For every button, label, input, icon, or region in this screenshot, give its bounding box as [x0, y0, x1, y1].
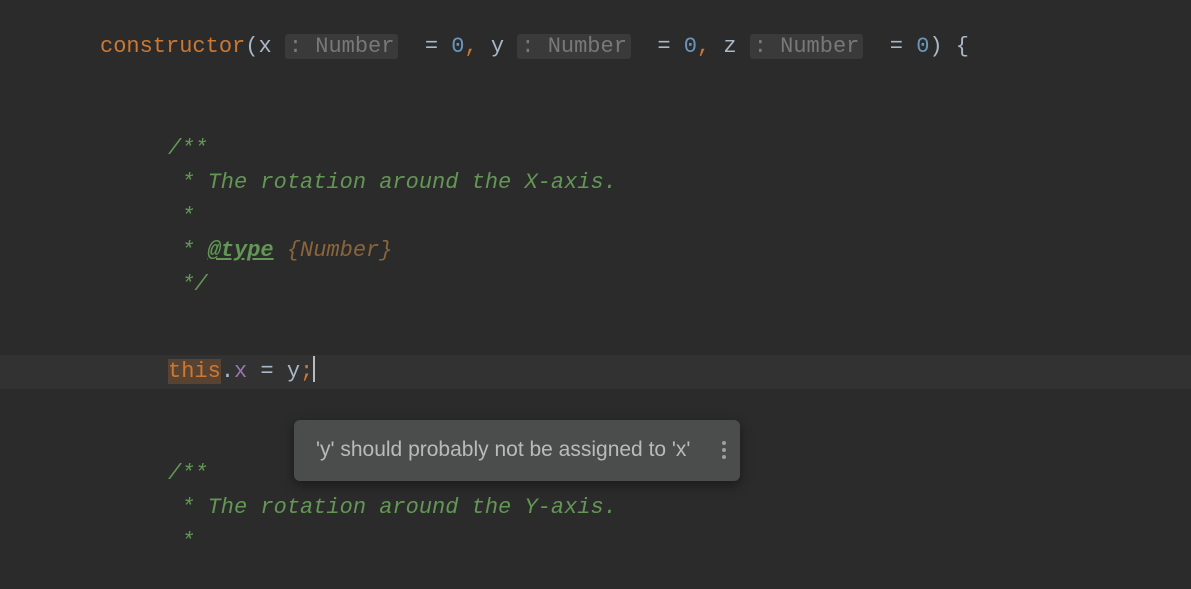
text-cursor: [313, 356, 315, 382]
param-y: y: [491, 34, 504, 59]
jsdoc-type-line: * @type {Number}: [168, 234, 1191, 268]
default-y: 0: [684, 34, 697, 59]
inspection-tooltip[interactable]: 'y' should probably not be assigned to '…: [294, 420, 740, 481]
param-z: z: [723, 34, 736, 59]
keyword-constructor: constructor: [100, 34, 245, 59]
property-x: x: [234, 359, 247, 384]
jsdoc-desc: * The rotation around the Y-axis.: [168, 491, 1191, 525]
jsdoc-type-tag: @type: [208, 238, 274, 263]
blank-line: [100, 98, 1191, 132]
jsdoc-close: */: [168, 268, 1191, 302]
jsdoc-block-x: /** * The rotation around the X-axis. * …: [100, 132, 1191, 302]
blank-line: [100, 389, 1191, 423]
type-hint-z: : Number: [750, 34, 864, 59]
blank-line: [100, 64, 1191, 98]
blank-line: [100, 337, 1191, 355]
current-line: this.x = y;: [0, 355, 1191, 389]
jsdoc-type-value: {Number}: [287, 238, 393, 263]
jsdoc-blank: *: [168, 525, 1191, 559]
jsdoc-desc: * The rotation around the X-axis.: [168, 166, 1191, 200]
tooltip-message: 'y' should probably not be assigned to '…: [316, 434, 690, 467]
param-x: x: [258, 34, 271, 59]
constructor-signature: constructor(x : Number = 0, y : Number =…: [100, 30, 1191, 64]
variable-y: y: [287, 359, 300, 384]
jsdoc-open: /**: [168, 132, 1191, 166]
keyword-this: this: [168, 359, 221, 384]
type-hint-x: : Number: [285, 34, 399, 59]
default-z: 0: [916, 34, 929, 59]
jsdoc-blank: *: [168, 200, 1191, 234]
more-actions-icon[interactable]: [722, 441, 726, 459]
default-x: 0: [451, 34, 464, 59]
type-hint-y: : Number: [517, 34, 631, 59]
blank-line: [100, 303, 1191, 337]
